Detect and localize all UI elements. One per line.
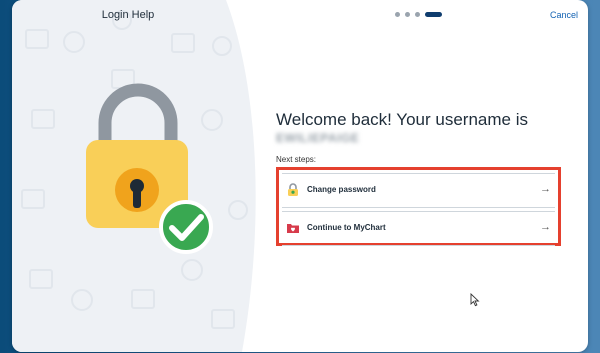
- check-badge-icon: [159, 200, 213, 254]
- step-dot: [405, 12, 410, 17]
- next-steps-label: Next steps:: [276, 155, 317, 164]
- illustration-panel: Login Help: [12, 0, 264, 352]
- mychart-icon: [287, 224, 299, 233]
- next-steps-highlight: Change password → Continue to MyChart →: [276, 167, 561, 246]
- mouse-cursor-icon: [470, 293, 480, 307]
- step-dot-active: [425, 12, 442, 17]
- cancel-button[interactable]: Cancel: [550, 10, 578, 20]
- continue-to-mychart-label: Continue to MyChart: [307, 223, 386, 232]
- dialog-title: Login Help: [101, 9, 155, 21]
- lock-shackle: [98, 83, 178, 149]
- illustration: [21, 0, 264, 352]
- lock-icon: [288, 183, 298, 196]
- step-dot: [395, 12, 400, 17]
- arrow-right-icon: →: [540, 183, 551, 195]
- background: Login Help Cancel Welcome back! Your use…: [0, 0, 600, 353]
- change-password-label: Change password: [307, 185, 376, 194]
- continue-to-mychart-option[interactable]: Continue to MyChart →: [282, 211, 555, 246]
- username-value: EWILIEPAIGE: [276, 131, 360, 145]
- welcome-heading: Welcome back! Your username is: [276, 110, 528, 129]
- arrow-right-icon: →: [540, 221, 551, 233]
- login-help-dialog: Login Help Cancel Welcome back! Your use…: [12, 0, 588, 352]
- step-dot: [415, 12, 420, 17]
- change-password-option[interactable]: Change password →: [282, 173, 555, 208]
